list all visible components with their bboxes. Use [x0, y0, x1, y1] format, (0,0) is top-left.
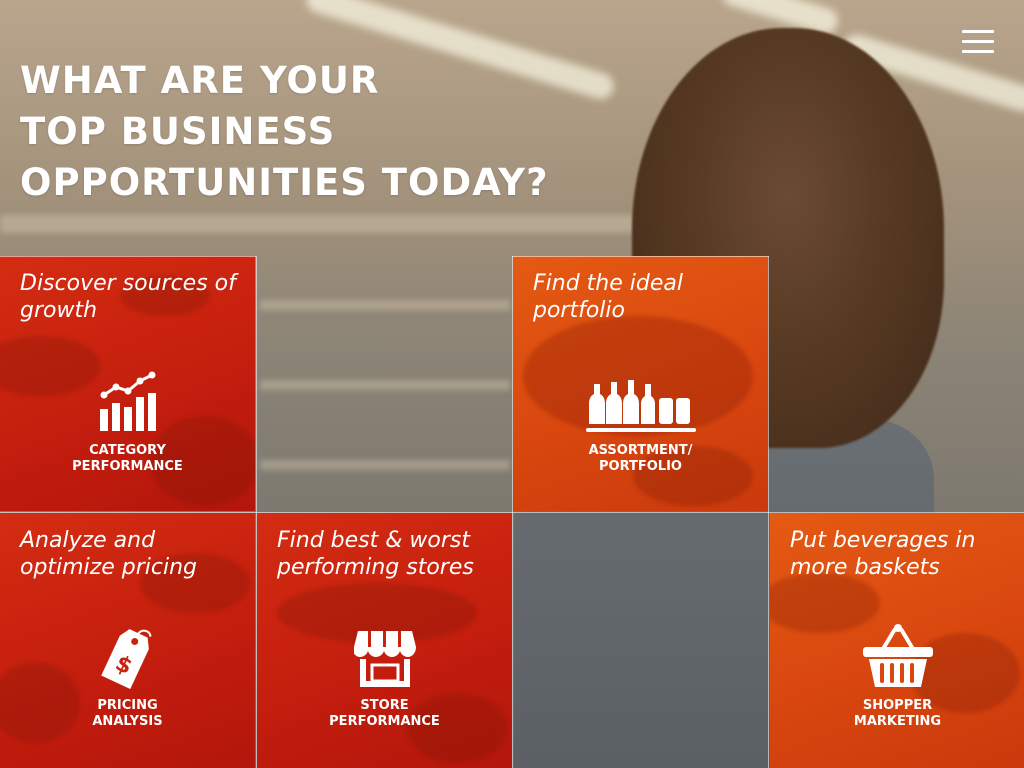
- bar-chart-trend-icon: [99, 371, 156, 431]
- title-line-2: TOP BUSINESS: [20, 110, 336, 153]
- tile-title: Discover sources of growth: [20, 271, 236, 323]
- title-line-3: OPPORTUNITIES TODAY?: [20, 161, 549, 204]
- tile-shopper-marketing[interactable]: Put beverages in more baskets SHOPPER MA…: [770, 513, 1024, 768]
- hamburger-menu-icon[interactable]: [962, 30, 996, 54]
- tile-label: SHOPPER MARKETING: [853, 698, 942, 729]
- grid-divider: [512, 256, 769, 257]
- tile-assortment-portfolio[interactable]: Find the ideal portfolio ASSORTMENT/ POR…: [513, 256, 768, 511]
- title-line-1: WHAT ARE YOUR: [20, 59, 380, 102]
- bottles-shelf-icon: [585, 380, 696, 432]
- tile-label: STORE PERFORMANCE: [329, 698, 440, 729]
- grid-divider: [256, 256, 257, 768]
- grid-divider: [512, 256, 513, 768]
- tile-pricing-analysis[interactable]: Analyze and optimize pricing $ PRICING A…: [0, 513, 255, 768]
- tile-title: Find the ideal portfolio: [533, 271, 683, 323]
- price-tag-icon: $: [100, 629, 151, 689]
- storefront-icon: [353, 631, 416, 687]
- page-title: WHAT ARE YOUR TOP BUSINESS OPPORTUNITIES…: [20, 55, 549, 208]
- tile-title: Put beverages in more baskets: [790, 528, 976, 580]
- tile-store-performance[interactable]: Find best & worst performing stores STOR…: [257, 513, 512, 768]
- tile-title: Find best & worst performing stores: [277, 528, 474, 580]
- tile-label: CATEGORY PERFORMANCE: [72, 443, 183, 474]
- tile-title: Analyze and optimize pricing: [20, 528, 198, 580]
- tile-label: ASSORTMENT/ PORTFOLIO: [588, 443, 693, 474]
- grid-divider: [768, 256, 769, 768]
- grid-divider: [0, 256, 256, 257]
- tile-label: PRICING ANALYSIS: [92, 698, 163, 729]
- shopping-basket-icon: [862, 624, 933, 687]
- tile-category-performance[interactable]: Discover sources of growth CATEGORY PERF…: [0, 256, 255, 511]
